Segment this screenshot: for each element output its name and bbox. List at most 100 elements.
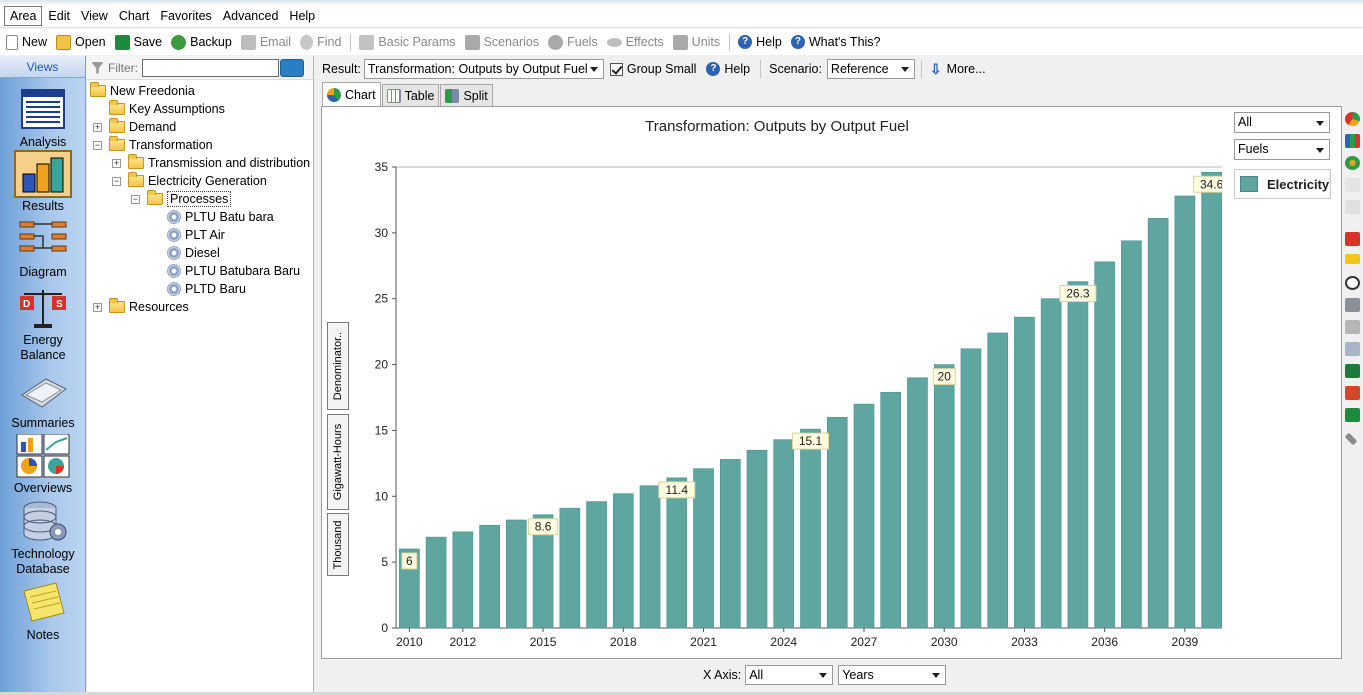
- tree-node-resources[interactable]: Resources: [109, 298, 189, 316]
- menu-view[interactable]: View: [76, 7, 113, 25]
- chart-print-icon[interactable]: [1345, 320, 1360, 334]
- menu-advanced[interactable]: Advanced: [218, 7, 284, 25]
- bar-electricity[interactable]: [693, 468, 714, 629]
- bar-electricity[interactable]: [853, 403, 875, 629]
- view-results[interactable]: Results: [0, 150, 86, 214]
- bar-electricity[interactable]: [1201, 171, 1222, 629]
- tree-node-diesel[interactable]: Diesel: [167, 244, 220, 262]
- bar-electricity[interactable]: [479, 524, 500, 629]
- bar-electricity[interactable]: [1094, 261, 1115, 629]
- chart-copy-icon[interactable]: [1345, 298, 1360, 312]
- bar-electricity[interactable]: [1040, 298, 1062, 629]
- tree-node-pltu-batu-bara[interactable]: PLTU Batu bara: [167, 208, 274, 226]
- result-help-button[interactable]: ? Help: [706, 62, 750, 76]
- open-button[interactable]: Open: [56, 34, 106, 50]
- tree-node-pltu-batubara-baru[interactable]: PLTU Batubara Baru: [167, 262, 300, 280]
- menu-help[interactable]: Help: [284, 7, 320, 25]
- expand-demand-icon[interactable]: +: [93, 123, 102, 132]
- tree-node-new-freedonia[interactable]: New Freedonia: [90, 82, 195, 100]
- bar-electricity[interactable]: [666, 477, 688, 629]
- powerpoint-export-icon[interactable]: [1345, 386, 1360, 400]
- collapse-transformation-icon[interactable]: −: [93, 141, 102, 150]
- chart-legend[interactable]: Electricity: [1234, 169, 1331, 199]
- chart-linear-scale-icon[interactable]: [1345, 178, 1360, 192]
- expand-transmission-icon[interactable]: +: [112, 159, 121, 168]
- view-overviews[interactable]: Overviews: [0, 433, 86, 496]
- bar-electricity[interactable]: [559, 507, 581, 629]
- tree-node-key-assumptions[interactable]: Key Assumptions: [109, 100, 225, 118]
- bar-electricity[interactable]: [639, 485, 661, 629]
- collapse-processes-icon[interactable]: −: [131, 195, 140, 204]
- bar-electricity[interactable]: [612, 493, 634, 629]
- view-diagram[interactable]: Diagram: [0, 218, 86, 280]
- save-favorite-icon[interactable]: [1345, 408, 1360, 422]
- bar-electricity[interactable]: [826, 416, 848, 629]
- bar-electricity[interactable]: [987, 332, 1009, 629]
- find-button[interactable]: Find: [300, 34, 341, 50]
- chart-annotation-icon[interactable]: [1345, 276, 1360, 290]
- bar-electricity[interactable]: [933, 364, 955, 629]
- bar-electricity[interactable]: [746, 449, 768, 629]
- bar-electricity[interactable]: [506, 519, 527, 629]
- tab-split[interactable]: Split: [440, 84, 493, 106]
- scenario-select[interactable]: Reference: [826, 59, 915, 79]
- bar-electricity[interactable]: [1147, 218, 1169, 629]
- save-button[interactable]: Save: [114, 34, 162, 50]
- whats-this-button[interactable]: ? What's This?: [790, 35, 881, 49]
- fuels-button[interactable]: Fuels: [548, 34, 598, 50]
- bar-electricity[interactable]: [960, 348, 982, 629]
- tree-node-transformation[interactable]: Transformation: [109, 136, 213, 154]
- tree-node-electricity-generation[interactable]: Electricity Generation: [128, 172, 267, 190]
- collapse-electricity-generation-icon[interactable]: −: [112, 177, 121, 186]
- filter-input[interactable]: [142, 58, 279, 77]
- basic-params-button[interactable]: Basic Params: [359, 34, 456, 50]
- chart-data-labels-icon[interactable]: [1345, 254, 1360, 264]
- filter-tag-button[interactable]: [280, 58, 304, 77]
- excel-export-icon[interactable]: [1345, 364, 1360, 378]
- bar-electricity[interactable]: [1121, 240, 1142, 629]
- bar-electricity[interactable]: [880, 391, 902, 629]
- unit-gigawatt-hours-button[interactable]: Gigawatt-Hours: [327, 414, 349, 510]
- branch-select[interactable]: All: [1234, 112, 1330, 133]
- chart-clipboard-icon[interactable]: [1345, 342, 1360, 356]
- view-notes[interactable]: Notes: [0, 581, 86, 643]
- menu-area[interactable]: Area: [4, 5, 43, 26]
- denominator-button[interactable]: Denominator..: [327, 322, 349, 410]
- expand-resources-icon[interactable]: +: [93, 303, 102, 312]
- x-axis-select[interactable]: All: [745, 665, 834, 685]
- help-button[interactable]: ? Help: [738, 35, 782, 49]
- chart-color-icon[interactable]: [1345, 156, 1360, 170]
- bar-electricity[interactable]: [452, 531, 474, 629]
- scenarios-button[interactable]: Scenarios: [464, 34, 539, 50]
- bar-electricity[interactable]: [1014, 316, 1035, 629]
- more-button[interactable]: ⇩ More...: [930, 61, 986, 78]
- bar-electricity[interactable]: [719, 459, 741, 629]
- bar-electricity[interactable]: [800, 428, 821, 629]
- tree-node-pltd-baru[interactable]: PLTD Baru: [167, 280, 246, 298]
- x-axis-unit-select[interactable]: Years: [838, 665, 947, 685]
- bar-electricity[interactable]: [773, 439, 795, 629]
- tab-table[interactable]: Table: [381, 84, 440, 106]
- view-energy-balance[interactable]: DS Energy Balance: [0, 286, 86, 363]
- tab-chart[interactable]: Chart: [322, 82, 381, 106]
- group-small-checkbox[interactable]: Group Small: [609, 62, 696, 76]
- view-summaries[interactable]: Summaries: [0, 369, 86, 431]
- tree-node-transmission[interactable]: Transmission and distribution: [128, 154, 310, 172]
- bar-electricity[interactable]: [1174, 195, 1196, 629]
- new-button[interactable]: New: [6, 34, 47, 50]
- email-button[interactable]: Email: [240, 34, 291, 50]
- settings-wrench-icon[interactable]: [1344, 432, 1358, 446]
- result-select[interactable]: Transformation: Outputs by Output Fuel: [363, 59, 604, 79]
- tree-node-plt-air[interactable]: PLT Air: [167, 226, 225, 244]
- backup-button[interactable]: Backup: [171, 34, 232, 50]
- chart-type-bar-icon[interactable]: [1345, 134, 1360, 148]
- chart-gridlines-icon[interactable]: [1345, 232, 1360, 246]
- chart-log-scale-icon[interactable]: [1345, 200, 1360, 214]
- bar-electricity[interactable]: [907, 377, 928, 629]
- dimension-select[interactable]: Fuels: [1234, 139, 1330, 160]
- tree-node-demand[interactable]: Demand: [109, 118, 176, 136]
- view-analysis[interactable]: Analysis: [0, 88, 86, 150]
- scale-thousand-button[interactable]: Thousand: [327, 513, 349, 576]
- bar-electricity[interactable]: [1067, 281, 1089, 629]
- menu-chart[interactable]: Chart: [114, 7, 155, 25]
